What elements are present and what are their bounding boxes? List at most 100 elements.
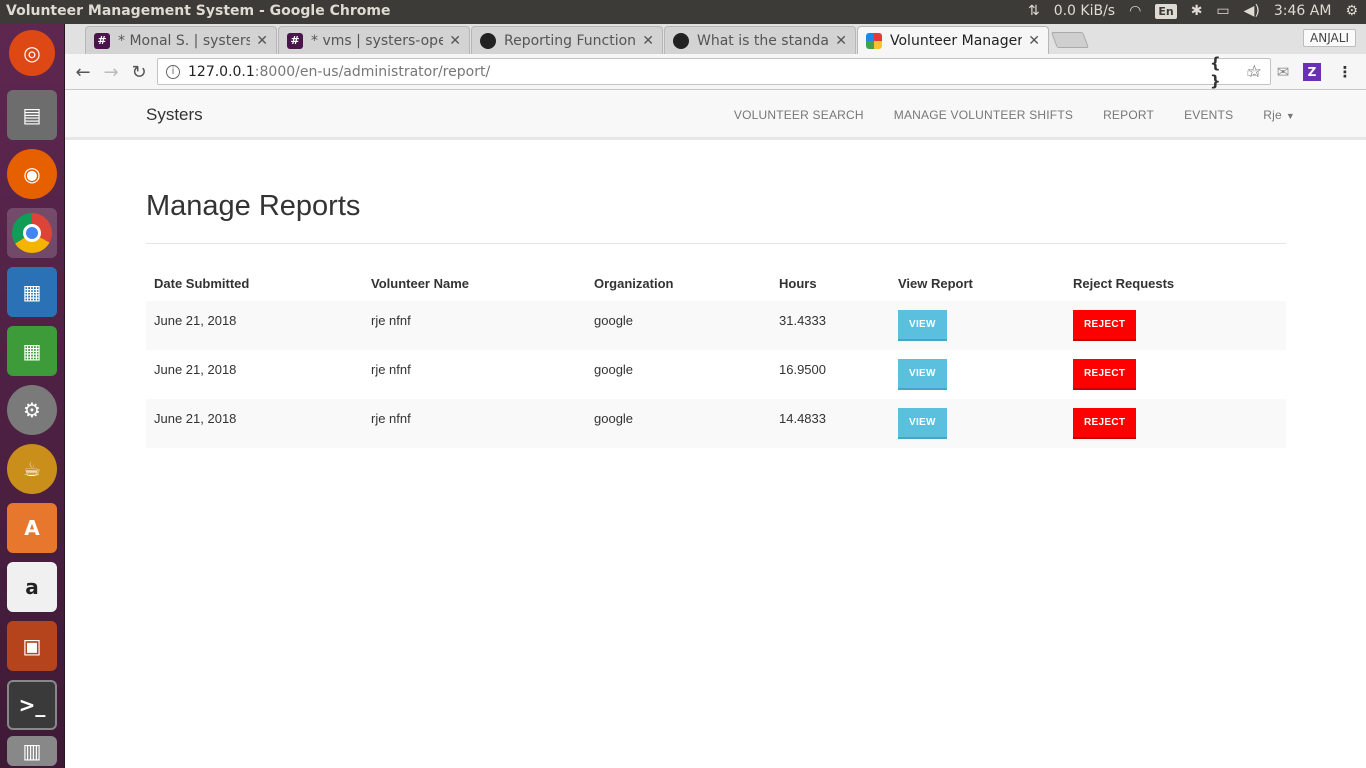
header-reject-requests: Reject Requests bbox=[1073, 275, 1175, 291]
new-tab-button[interactable] bbox=[1051, 32, 1089, 48]
view-button[interactable]: VIEW bbox=[898, 310, 947, 341]
trash-icon[interactable]: ▥ bbox=[7, 736, 57, 766]
cell-org: google bbox=[586, 301, 771, 350]
page-title: Manage Reports bbox=[146, 190, 361, 222]
cell-date: June 21, 2018 bbox=[146, 399, 363, 448]
system-tray: ⇅ 0.0 KiB/s ◠ En ✱ ▭ ◀) 3:46 AM ⚙ bbox=[1028, 3, 1358, 19]
back-arrow-icon[interactable]: ← bbox=[72, 61, 94, 83]
cell-org: google bbox=[586, 350, 771, 399]
reload-icon[interactable]: ↻ bbox=[128, 61, 150, 83]
cell-hours: 16.9500 bbox=[771, 350, 890, 399]
impress-icon[interactable]: ▣ bbox=[7, 621, 57, 671]
network-speed: 0.0 KiB/s bbox=[1053, 3, 1116, 19]
table-header-row: Date Submitted Volunteer Name Organizati… bbox=[146, 265, 1286, 301]
user-menu[interactable]: Rje ▼ bbox=[1263, 108, 1295, 122]
view-button[interactable]: VIEW bbox=[898, 408, 947, 439]
table-row: June 21, 2018 rje nfnf google 31.4333 VI… bbox=[146, 301, 1286, 350]
user-name: Rje bbox=[1263, 108, 1282, 122]
browser-tab[interactable]: # * Monal S. | systers- ✕ bbox=[85, 26, 277, 54]
files-icon[interactable]: ▤ bbox=[7, 90, 57, 140]
tab-title: * Monal S. | systers- bbox=[118, 32, 251, 49]
table-row: June 21, 2018 rje nfnf google 14.4833 VI… bbox=[146, 399, 1286, 448]
software-center-icon[interactable]: A bbox=[7, 503, 57, 553]
network-transfer-icon[interactable]: ⇅ bbox=[1028, 3, 1040, 19]
header-organization: Organization bbox=[594, 275, 674, 291]
cell-date: June 21, 2018 bbox=[146, 350, 363, 399]
calc-icon[interactable]: ▦ bbox=[7, 326, 57, 376]
cell-hours: 31.4333 bbox=[771, 301, 890, 350]
amazon-icon[interactable]: a bbox=[7, 562, 57, 612]
profile-button[interactable]: ANJALI bbox=[1303, 29, 1356, 47]
tab-title: What is the standar bbox=[697, 32, 830, 49]
close-icon[interactable]: ✕ bbox=[1028, 33, 1040, 49]
web-page: Systers VOLUNTEER SEARCH MANAGE VOLUNTEE… bbox=[65, 90, 1366, 768]
system-settings-icon[interactable]: ⚙ bbox=[7, 385, 57, 435]
json-extension-icon[interactable]: { } bbox=[1210, 54, 1230, 90]
cell-reject: REJECT bbox=[1065, 399, 1286, 448]
window-title: Volunteer Management System - Google Chr… bbox=[6, 3, 391, 19]
zotero-extension-icon[interactable]: Z bbox=[1303, 63, 1321, 81]
close-icon[interactable]: ✕ bbox=[642, 33, 654, 49]
divider bbox=[146, 243, 1286, 244]
close-icon[interactable]: ✕ bbox=[449, 33, 461, 49]
browser-tab-active[interactable]: Volunteer Manager ✕ bbox=[857, 26, 1049, 54]
nav-report[interactable]: REPORT bbox=[1103, 108, 1154, 122]
wifi-icon[interactable]: ◠ bbox=[1129, 3, 1141, 19]
menu-icon[interactable]: ⋮ bbox=[1335, 62, 1355, 82]
nav-events[interactable]: EVENTS bbox=[1184, 108, 1233, 122]
cell-name: rje nfnf bbox=[363, 399, 586, 448]
volume-icon[interactable]: ◀) bbox=[1244, 3, 1260, 19]
info-icon[interactable]: i bbox=[166, 64, 180, 79]
browser-toolbar: ← → ↻ i 127.0.0.1 :8000/en-us/administra… bbox=[65, 54, 1366, 90]
bluetooth-icon[interactable]: ✱ bbox=[1191, 3, 1203, 19]
nav-links: VOLUNTEER SEARCH MANAGE VOLUNTEER SHIFTS… bbox=[734, 108, 1295, 122]
firefox-icon[interactable]: ◉ bbox=[7, 149, 57, 199]
close-icon[interactable]: ✕ bbox=[256, 33, 268, 49]
chrome-icon[interactable] bbox=[7, 208, 57, 258]
github-favicon-icon bbox=[480, 32, 496, 49]
reject-button[interactable]: REJECT bbox=[1073, 359, 1137, 390]
cell-name: rje nfnf bbox=[363, 301, 586, 350]
extension-icon[interactable]: ▭ bbox=[1243, 62, 1263, 82]
caret-down-icon: ▼ bbox=[1285, 111, 1295, 121]
slack-favicon-icon: # bbox=[94, 32, 110, 49]
cell-reject: REJECT bbox=[1065, 301, 1286, 350]
browser-tab[interactable]: # * vms | systers-oper ✕ bbox=[278, 26, 470, 54]
tab-title: * vms | systers-oper bbox=[311, 32, 444, 49]
cell-view: VIEW bbox=[890, 301, 1065, 350]
nav-volunteer-search[interactable]: VOLUNTEER SEARCH bbox=[734, 108, 864, 122]
writer-icon[interactable]: ▦ bbox=[7, 267, 57, 317]
header-view-report: View Report bbox=[898, 275, 973, 291]
browser-tab[interactable]: What is the standar ✕ bbox=[664, 26, 856, 54]
reject-button[interactable]: REJECT bbox=[1073, 310, 1137, 341]
brand-link[interactable]: Systers bbox=[146, 105, 203, 125]
clock[interactable]: 3:46 AM bbox=[1274, 3, 1332, 19]
view-button[interactable]: VIEW bbox=[898, 359, 947, 390]
header-hours: Hours bbox=[779, 275, 817, 291]
cell-view: VIEW bbox=[890, 399, 1065, 448]
teapot-icon[interactable]: ☕ bbox=[7, 444, 57, 494]
browser-tab[interactable]: Reporting Function ✕ bbox=[471, 26, 663, 54]
forward-arrow-icon[interactable]: → bbox=[100, 61, 122, 83]
battery-icon[interactable]: ▭ bbox=[1216, 3, 1229, 19]
tab-title: Volunteer Manager bbox=[890, 32, 1023, 49]
unity-launcher: ◎ ▤ ◉ ▦ ▦ ⚙ ☕ A a ▣ >_ ▥ bbox=[0, 24, 65, 768]
cell-org: google bbox=[586, 399, 771, 448]
mail-extension-icon[interactable]: ✉ bbox=[1273, 62, 1293, 82]
terminal-icon[interactable]: >_ bbox=[7, 680, 57, 730]
url-path: :8000/en-us/administrator/report/ bbox=[254, 63, 491, 80]
close-icon[interactable]: ✕ bbox=[835, 33, 847, 49]
site-navbar: Systers VOLUNTEER SEARCH MANAGE VOLUNTEE… bbox=[65, 90, 1366, 140]
header-date-submitted: Date Submitted bbox=[154, 275, 250, 291]
address-bar[interactable]: i 127.0.0.1 :8000/en-us/administrator/re… bbox=[157, 58, 1271, 85]
cell-date: June 21, 2018 bbox=[146, 301, 363, 350]
system-top-panel: Volunteer Management System - Google Chr… bbox=[0, 0, 1366, 24]
reject-button[interactable]: REJECT bbox=[1073, 408, 1137, 439]
browser-tabstrip: # * Monal S. | systers- ✕ # * vms | syst… bbox=[65, 24, 1366, 54]
gear-icon[interactable]: ⚙ bbox=[1345, 3, 1358, 19]
keyboard-layout[interactable]: En bbox=[1155, 3, 1177, 19]
ubuntu-logo-icon[interactable]: ◎ bbox=[9, 30, 55, 76]
slack-favicon-icon: # bbox=[287, 32, 303, 49]
nav-manage-volunteer-shifts[interactable]: MANAGE VOLUNTEER SHIFTS bbox=[894, 108, 1073, 122]
reports-table: Date Submitted Volunteer Name Organizati… bbox=[146, 265, 1286, 448]
